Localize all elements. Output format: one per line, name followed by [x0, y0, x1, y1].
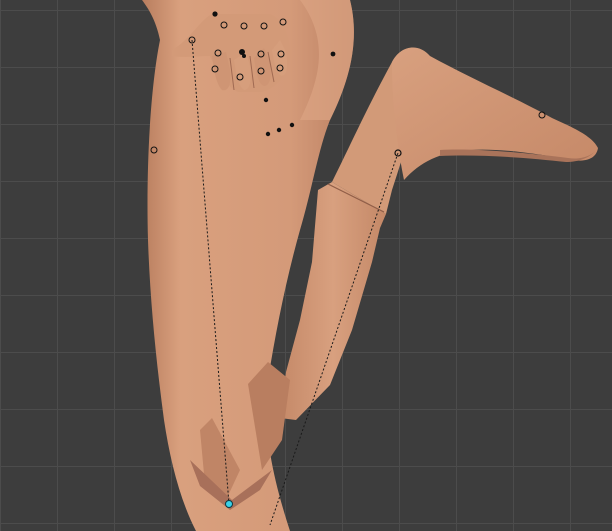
rig-point[interactable]	[242, 54, 246, 58]
rig-point[interactable]	[289, 122, 295, 128]
3d-viewport[interactable]	[0, 0, 612, 531]
rig-point[interactable]	[276, 127, 282, 133]
selected-pivot-icon[interactable]	[225, 500, 233, 508]
rig-point[interactable]	[263, 97, 269, 103]
scene-canvas[interactable]	[0, 0, 612, 531]
rig-point[interactable]	[212, 11, 218, 17]
rig-point[interactable]	[265, 131, 271, 137]
rig-point[interactable]	[330, 51, 336, 57]
